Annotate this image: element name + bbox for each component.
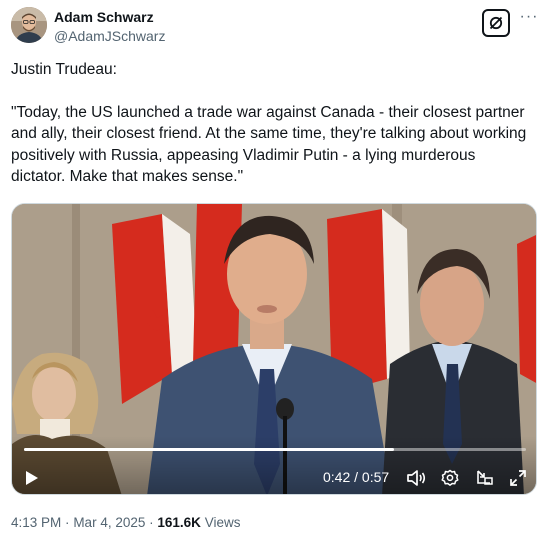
video-frame (12, 204, 536, 494)
grok-icon[interactable] (482, 9, 510, 37)
volume-icon[interactable] (406, 468, 426, 488)
meta-dot: · (65, 515, 70, 530)
tweet-meta: 4:13 PM · Mar 4, 2025 · 161.6K Views (11, 514, 240, 531)
post-time[interactable]: 4:13 PM (11, 515, 61, 530)
display-name[interactable]: Adam Schwarz (54, 9, 165, 26)
tweet-header: Adam Schwarz @AdamJSchwarz ··· (0, 0, 550, 52)
author-names: Adam Schwarz @AdamJSchwarz (54, 9, 165, 45)
settings-icon[interactable] (440, 468, 460, 488)
meta-dot-2: · (149, 515, 154, 530)
more-icon[interactable]: ··· (518, 6, 540, 28)
tweet-quote: "Today, the US launched a trade war agai… (11, 103, 527, 186)
current-time: 0:42 (323, 469, 351, 485)
time-separator: / (354, 469, 359, 485)
post-date[interactable]: Mar 4, 2025 (73, 515, 145, 530)
handle[interactable]: @AdamJSchwarz (54, 28, 165, 45)
video-player[interactable]: 0:42 / 0:57 (11, 203, 537, 495)
views-count[interactable]: 161.6K (157, 515, 201, 530)
fullscreen-icon[interactable] (508, 468, 528, 488)
progress-bar[interactable] (24, 448, 526, 451)
progress-fill (24, 448, 394, 451)
tweet-text: Justin Trudeau: "Today, the US launched … (11, 59, 531, 188)
time-display: 0:42 / 0:57 (323, 468, 389, 486)
avatar[interactable] (11, 7, 47, 43)
duration: 0:57 (361, 469, 390, 485)
views-label: Views (204, 515, 241, 530)
pip-icon[interactable] (474, 468, 494, 488)
tweet-line-1: Justin Trudeau: (11, 61, 117, 78)
play-icon[interactable] (22, 468, 42, 488)
